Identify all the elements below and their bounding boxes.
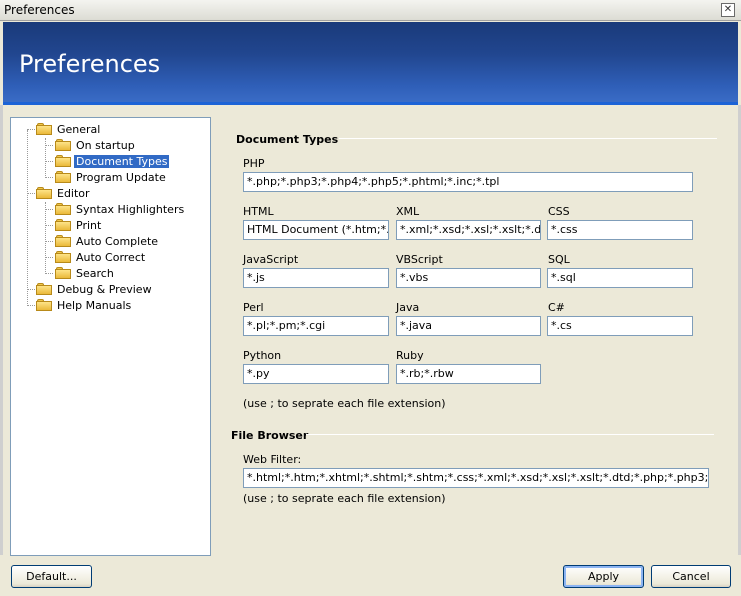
folder-icon [55, 171, 71, 183]
xml-extensions-field[interactable]: *.xml;*.xsd;*.xsl;*.xslt;*.dtd [396, 220, 541, 240]
tree-item-auto-correct[interactable]: Auto Correct [55, 249, 147, 265]
web-filter-label: Web Filter: [243, 453, 302, 466]
tree-item-label: Auto Complete [76, 234, 159, 248]
sql-label: SQL [548, 253, 570, 266]
javascript-extensions-field[interactable]: *.js [243, 268, 389, 288]
folder-icon [55, 235, 71, 247]
css-extensions-field[interactable]: *.css [547, 220, 693, 240]
folder-icon [36, 123, 52, 135]
section-divider [306, 434, 714, 435]
xml-label: XML [396, 205, 420, 218]
tree-line [45, 177, 53, 178]
window-border-left [0, 105, 3, 555]
tree-line [27, 289, 35, 290]
java-extensions-field[interactable]: *.java [396, 316, 541, 336]
web-filter-field[interactable]: *.html;*.htm;*.xhtml;*.shtml;*.shtm;*.cs… [243, 468, 709, 488]
page-title: Preferences [19, 50, 161, 78]
window-title: Preferences [4, 3, 75, 17]
document-types-hint: (use ; to seprate each file extension) [243, 397, 446, 410]
close-icon[interactable]: ✕ [721, 3, 735, 17]
cancel-button[interactable]: Cancel [651, 565, 731, 588]
folder-icon [55, 203, 71, 215]
php-label: PHP [243, 157, 265, 170]
ruby-label: Ruby [396, 349, 424, 362]
tree-line [45, 257, 53, 258]
tree-line [27, 305, 35, 306]
tree-line [45, 145, 53, 146]
vbscript-label: VBScript [396, 253, 443, 266]
tree-item-auto-complete[interactable]: Auto Complete [55, 233, 160, 249]
folder-icon [36, 283, 52, 295]
folder-icon [36, 187, 52, 199]
section-title-document-types: Document Types [236, 133, 339, 146]
perl-label: Perl [243, 301, 264, 314]
folder-icon [55, 139, 71, 151]
default-button[interactable]: Default... [11, 565, 92, 588]
python-extensions-field[interactable]: *.py [243, 364, 389, 384]
file-browser-hint: (use ; to seprate each file extension) [243, 492, 446, 505]
tree-item-label: On startup [76, 138, 135, 152]
tree-item-label: Document Types [74, 154, 170, 168]
tree-item-document-types[interactable]: Document Types [55, 153, 170, 169]
tree-line [27, 193, 35, 194]
php-extensions-field[interactable]: *.php;*.php3;*.php4;*.php5;*.phtml;*.inc… [243, 172, 693, 192]
tree-line [45, 138, 46, 178]
tree-item-label: Auto Correct [76, 250, 146, 264]
tree-item-label: Syntax Highlighters [76, 202, 185, 216]
header-banner: Preferences [3, 22, 738, 105]
tree-line [45, 209, 53, 210]
tree-line [45, 241, 53, 242]
section-title-file-browser: File Browser [231, 429, 309, 442]
tree-line [27, 129, 35, 130]
tree-item-general[interactable]: General [36, 121, 102, 137]
tree-item-print[interactable]: Print [55, 217, 103, 233]
html-extensions-field[interactable]: HTML Document (*.htm;*.html [243, 220, 389, 240]
tree-item-label: Program Update [76, 170, 166, 184]
vbscript-extensions-field[interactable]: *.vbs [396, 268, 541, 288]
tree-item-program-update[interactable]: Program Update [55, 169, 168, 185]
category-tree[interactable]: General On startup Document Types Progra… [10, 117, 211, 556]
folder-icon [55, 219, 71, 231]
sql-extensions-field[interactable]: *.sql [547, 268, 693, 288]
folder-icon [55, 155, 71, 167]
apply-button[interactable]: Apply [563, 565, 644, 588]
tree-item-label: Search [76, 266, 114, 280]
folder-icon [55, 251, 71, 263]
ruby-extensions-field[interactable]: *.rb;*.rbw [396, 364, 541, 384]
title-bar: Preferences ✕ [0, 0, 741, 21]
tree-line [45, 225, 53, 226]
tree-item-label: Debug & Preview [57, 282, 152, 296]
tree-item-editor[interactable]: Editor [36, 185, 92, 201]
folder-icon [36, 299, 52, 311]
javascript-label: JavaScript [243, 253, 299, 266]
tree-line [45, 273, 53, 274]
tree-item-label: Print [76, 218, 102, 232]
tree-item-syntax-highlighters[interactable]: Syntax Highlighters [55, 201, 186, 217]
section-divider [339, 138, 717, 139]
csharp-extensions-field[interactable]: *.cs [547, 316, 693, 336]
tree-item-search[interactable]: Search [55, 265, 116, 281]
tree-item-on-startup[interactable]: On startup [55, 137, 137, 153]
css-label: CSS [548, 205, 570, 218]
csharp-label: C# [548, 301, 565, 314]
python-label: Python [243, 349, 282, 362]
tree-item-label: General [57, 122, 101, 136]
java-label: Java [396, 301, 420, 314]
tree-line [27, 130, 28, 306]
html-label: HTML [243, 205, 274, 218]
tree-item-label: Editor [57, 186, 90, 200]
tree-line [45, 202, 46, 274]
folder-icon [55, 267, 71, 279]
tree-line [45, 161, 53, 162]
tree-item-debug-preview[interactable]: Debug & Preview [36, 281, 154, 297]
perl-extensions-field[interactable]: *.pl;*.pm;*.cgi [243, 316, 389, 336]
tree-item-help-manuals[interactable]: Help Manuals [36, 297, 133, 313]
tree-item-label: Help Manuals [57, 298, 132, 312]
